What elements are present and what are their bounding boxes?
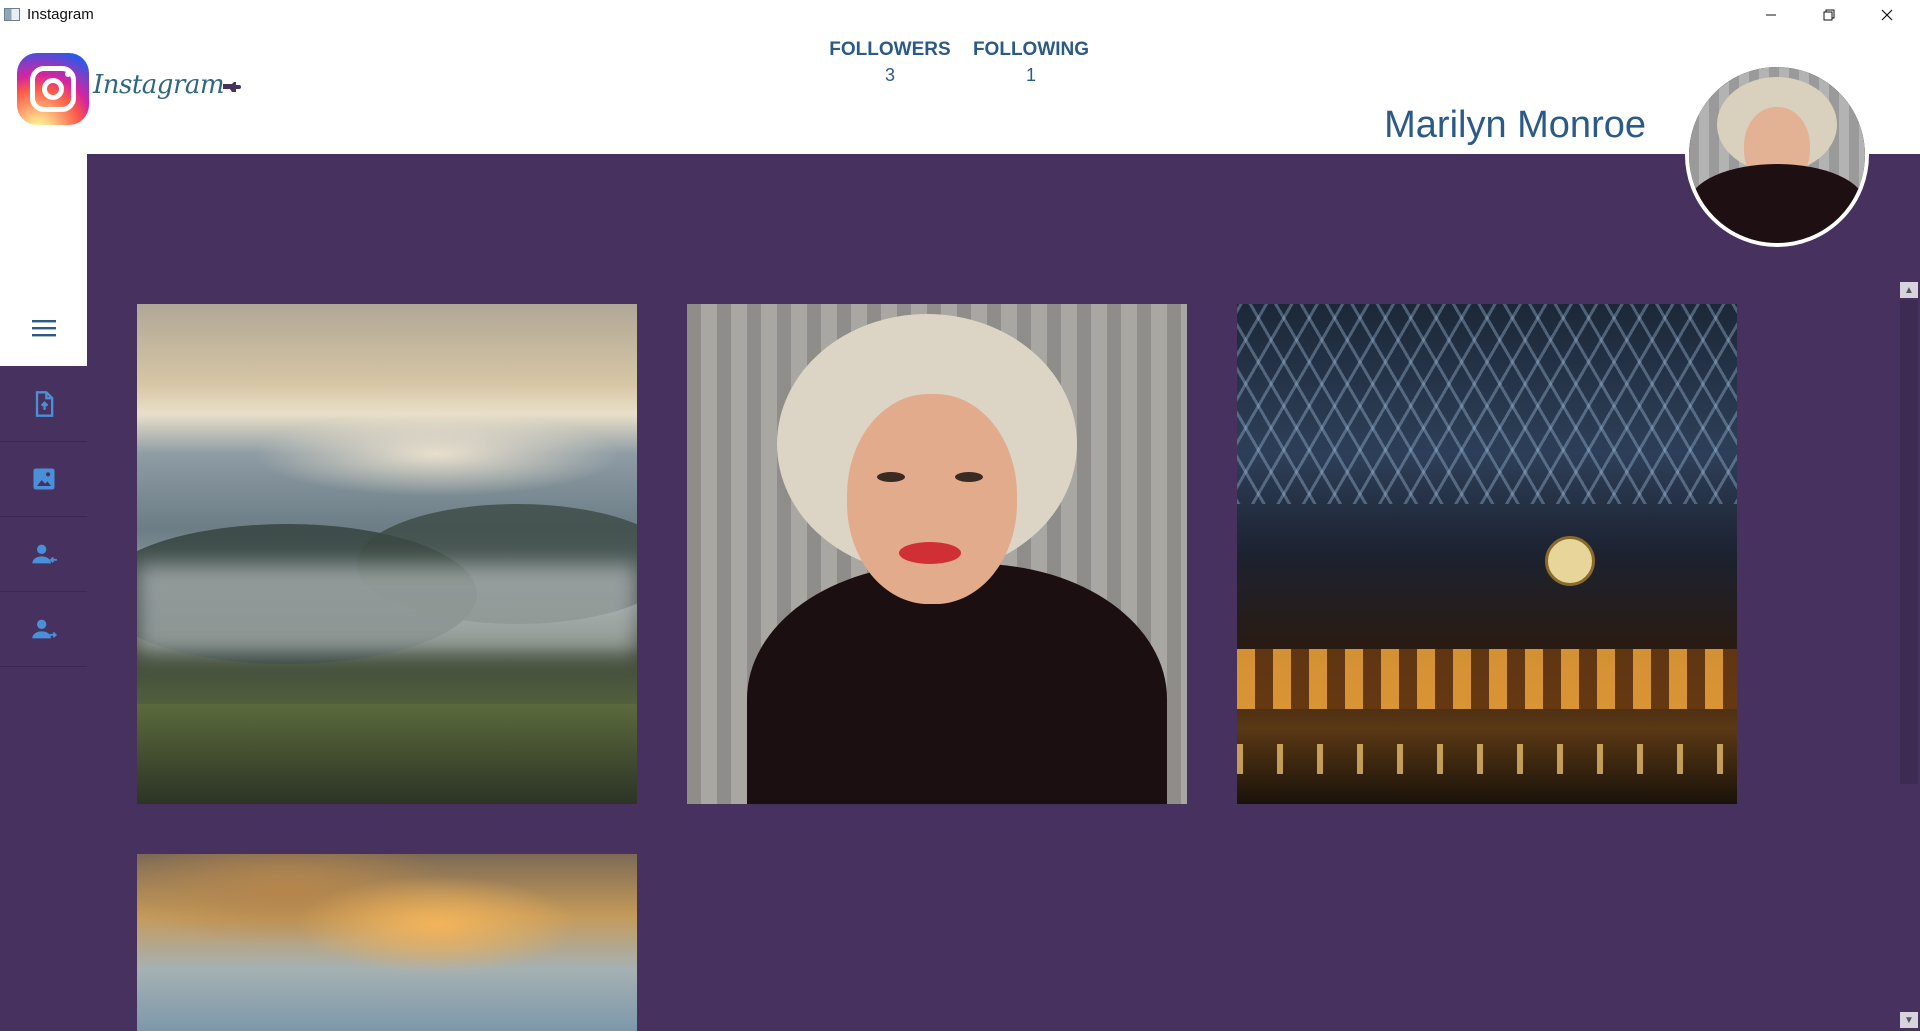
avatar-lips <box>1766 169 1788 177</box>
sidebar-item-gallery[interactable] <box>0 441 87 517</box>
photo-eye <box>955 472 983 482</box>
photo-lips <box>899 542 961 564</box>
avatar-face <box>1744 107 1810 189</box>
sidebar-item-followers[interactable] <box>0 516 87 592</box>
photo-gallery <box>87 154 1920 1031</box>
logo-dot <box>65 71 71 77</box>
app-icon <box>4 8 20 21</box>
profile-username: Marilyn Monroe <box>1384 104 1646 146</box>
close-icon <box>1881 9 1893 21</box>
gallery-photo[interactable] <box>137 304 637 804</box>
followers-stat[interactable]: FOLLOWERS 3 <box>828 39 952 86</box>
sidebar <box>0 154 87 1031</box>
gallery-photo[interactable] <box>137 854 637 1031</box>
upload-file-icon <box>35 390 53 417</box>
close-button[interactable] <box>1858 0 1916 30</box>
photo-lights <box>1237 744 1737 774</box>
scrollbar-thumb[interactable] <box>1900 300 1918 784</box>
following-count: 1 <box>1025 65 1036 85</box>
title-bar: Instagram <box>0 0 1920 30</box>
photo-fog <box>137 564 637 654</box>
scroll-down-arrow-icon[interactable]: ▼ <box>1900 1012 1918 1028</box>
followers-icon <box>31 544 57 563</box>
following-stat[interactable]: FOLLOWING 1 <box>970 39 1092 86</box>
sidebar-item-following[interactable] <box>0 591 87 667</box>
gallery-photo[interactable] <box>687 304 1187 804</box>
photo-roof <box>1237 304 1737 504</box>
photo-arches <box>1237 649 1737 709</box>
following-label: FOLLOWING <box>972 39 1090 60</box>
restore-button[interactable] <box>1800 0 1858 30</box>
following-icon <box>31 619 57 638</box>
sidebar-nav <box>0 366 87 1031</box>
followers-label: FOLLOWERS <box>829 39 951 60</box>
photo-clock <box>1545 536 1595 586</box>
profile-avatar[interactable] <box>1685 63 1869 247</box>
instagram-logo-icon <box>17 53 89 125</box>
gallery-icon <box>33 468 54 489</box>
pointer-hand-icon[interactable] <box>222 80 242 94</box>
logo-lens <box>42 78 64 100</box>
gallery-photo[interactable] <box>1237 304 1737 804</box>
brand-wordmark: Instagram <box>93 70 225 100</box>
restore-icon <box>1823 9 1835 21</box>
minimize-button[interactable] <box>1742 0 1800 30</box>
minimize-icon <box>1766 14 1776 16</box>
sidebar-item-upload[interactable] <box>0 366 87 442</box>
menu-icon <box>31 319 56 336</box>
photo-ground <box>137 704 637 804</box>
menu-button[interactable] <box>0 289 87 366</box>
photo-face <box>847 394 1017 604</box>
followers-count: 3 <box>884 65 895 85</box>
window-title: Instagram <box>27 6 94 23</box>
scroll-up-arrow-icon[interactable]: ▲ <box>1900 282 1918 298</box>
photo-eye <box>877 472 905 482</box>
